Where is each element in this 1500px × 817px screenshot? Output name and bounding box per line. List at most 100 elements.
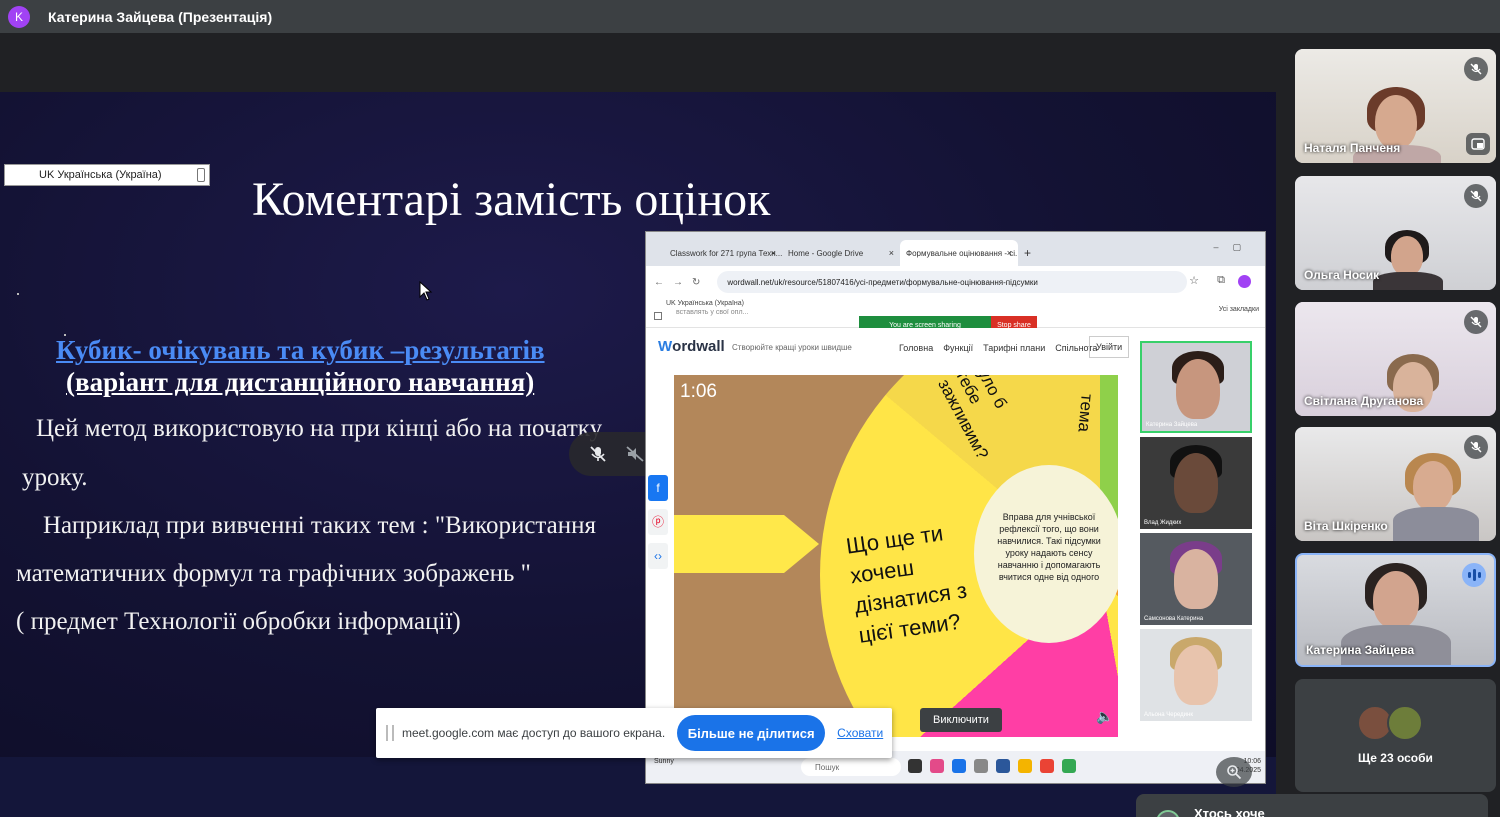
browser-tab[interactable]: Home - Google Drive × [782, 240, 900, 266]
inner-participant-tile: Влад Жидких [1140, 437, 1252, 529]
browser-tab-active[interactable]: Формувальне оцінювання - сі... × [900, 240, 1018, 266]
language-indicator-label: UK Українська (Україна) [39, 169, 162, 181]
join-request-text: Хтось хоче [1194, 806, 1265, 817]
inner-participant-tile: Самсонова Катерина [1140, 533, 1252, 625]
participant-body [1373, 272, 1443, 290]
bookmark-item[interactable]: вставлять у свої опл... [676, 309, 748, 316]
language-indicator: UK Українська (Україна) [4, 164, 210, 186]
join-request-toast[interactable]: Хтось хоче [1136, 794, 1488, 817]
taskbar-app-icon[interactable] [996, 759, 1010, 773]
close-icon[interactable]: × [889, 248, 894, 258]
pip-icon[interactable] [1466, 133, 1490, 155]
pin-off-icon[interactable] [622, 441, 648, 467]
taskbar-app-icon[interactable] [908, 759, 922, 773]
wordwall-tagline: Створюйте кращі уроки швидше [732, 343, 852, 352]
timer: 1:06 [680, 381, 717, 402]
wheel-segment-text: тема [1074, 393, 1097, 433]
taskbar-app-icon[interactable] [1018, 759, 1032, 773]
extensions-icon[interactable]: ⧉ [1217, 274, 1225, 287]
browser-addressbar: ←→↻ wordwall.net/uk/resource/51807416/ус… [646, 266, 1265, 298]
profile-icon[interactable] [1238, 275, 1251, 288]
browser-tabbar: Classwork for 271 група Техн... × Home - … [646, 232, 1265, 266]
wordwall-logo[interactable]: Wordwall [658, 338, 725, 355]
taskbar-search[interactable]: Пошук [801, 758, 901, 776]
participant-name: Ольга Носик [1304, 268, 1380, 282]
participant-tile[interactable]: Віта Шкіренко [1295, 427, 1496, 541]
participant-name: Світлана Друганова [1304, 394, 1424, 408]
slide-link[interactable]: Кубик- очікувань та кубик –результатів [56, 335, 545, 366]
slide-body-line: Наприклад при вивченні таких тем : "Вико… [43, 512, 597, 539]
inner-participants: Катерина Зайцева Влад Жидких Самсонова К… [1140, 341, 1252, 725]
inner-participant-name: Влад Жидких [1144, 520, 1182, 526]
muted-mic-icon [1464, 57, 1488, 81]
muted-mic-icon [1464, 435, 1488, 459]
participant-name: Катерина Зайцева [1306, 643, 1415, 657]
taskbar-app-icon[interactable] [974, 759, 988, 773]
slide-body-line: математичних формул та графічних зображе… [16, 560, 531, 587]
inner-participant-tile: Альона Черединк [1140, 629, 1252, 721]
taskbar-app-icon[interactable] [1062, 759, 1076, 773]
wheel-question: Що ще ти хочеш дізнатися з цієї теми? [844, 520, 969, 648]
more-participants-label: Ще 23 особи [1358, 751, 1433, 765]
mute-for-all-icon[interactable] [585, 441, 611, 467]
participant-avatar [1387, 705, 1423, 741]
language-indicator-icon [197, 168, 205, 182]
close-icon[interactable]: × [771, 248, 776, 258]
more-participants-tile[interactable]: Ще 23 особи [1295, 679, 1496, 792]
participant-tile[interactable]: Наталя Панченя [1295, 49, 1496, 163]
pinterest-icon[interactable]: ⓟ [648, 509, 668, 535]
ww-link[interactable]: Головна [899, 343, 933, 353]
muted-mic-icon [1464, 310, 1488, 334]
share-side-icons: f ⓟ ‹› [648, 475, 668, 577]
ww-link[interactable]: Тарифні плани [983, 343, 1045, 353]
presentation-header: K Катерина Зайцева (Презентація) [0, 0, 1500, 33]
login-button[interactable]: Увійти [1089, 336, 1130, 358]
embed-icon[interactable]: ‹› [648, 543, 668, 569]
new-tab-icon[interactable]: + [1024, 246, 1031, 260]
bookmark-star-icon[interactable]: ☆ [1189, 274, 1199, 287]
slide-subtitle: (варіант для дистанційного навчання) [66, 367, 535, 397]
nav-arrows-icon[interactable]: ←→↻ [654, 277, 709, 288]
slide-dot [17, 293, 19, 295]
muted-mic-icon [1464, 184, 1488, 208]
inner-participant-name: Самсонова Катерина [1144, 616, 1204, 622]
speaking-indicator-icon [1462, 563, 1486, 587]
shared-screen: Classwork for 271 група Техн... × Home - … [645, 231, 1266, 784]
sound-icon[interactable]: 🔈 [1096, 708, 1113, 725]
participant-face [1413, 461, 1453, 511]
participant-face [1391, 236, 1423, 276]
taskbar-weather[interactable]: Sunny [654, 757, 674, 766]
presentation-title: Катерина Зайцева (Презентація) [48, 8, 273, 25]
window-controls[interactable]: –▢ [1213, 242, 1255, 253]
apps-grid-icon[interactable] [654, 312, 662, 320]
browser-tab[interactable]: Classwork for 271 група Техн... × [664, 240, 782, 266]
drag-handle-icon[interactable] [386, 725, 394, 741]
participant-tile[interactable]: Світлана Друганова [1295, 302, 1496, 416]
wordwall-links: Головна Функції Тарифні плани Спільнота [899, 343, 1097, 353]
participant-name: Віта Шкіренко [1304, 519, 1388, 533]
slide-body-line: уроку. [22, 464, 88, 491]
stop-sharing-button[interactable]: Більше не ділитися [677, 715, 826, 751]
enable-button[interactable]: Виключити [920, 708, 1002, 732]
zoom-icon[interactable] [1216, 757, 1252, 787]
facebook-icon[interactable]: f [648, 475, 668, 501]
taskbar-app-icon[interactable] [952, 759, 966, 773]
hide-notice-link[interactable]: Сховати [837, 726, 883, 740]
wheel-pointer-icon [674, 515, 819, 573]
close-icon[interactable]: × [1007, 248, 1012, 258]
participant-tile-speaking[interactable]: Катерина Зайцева [1295, 553, 1496, 667]
wheel-center-text: Вправа для учнівської рефлексії того, що… [974, 465, 1118, 643]
participant-tile[interactable]: Ольга Носик [1295, 176, 1496, 290]
taskbar-app-icon[interactable] [1040, 759, 1054, 773]
inner-participant-tile: Катерина Зайцева [1140, 341, 1252, 433]
meet-window: K Катерина Зайцева (Презентація) UK Укра… [0, 0, 1500, 817]
all-bookmarks[interactable]: Усі закладки [1219, 306, 1259, 313]
slide-body-line: Цей метод використовую на при кінці або … [36, 415, 603, 442]
bookmark-lang: UK Українська (Україна) [666, 300, 745, 307]
spinner-activity: 1:06 Що ще ти хочеш дізнатися з цієї тем… [674, 375, 1118, 737]
participant-face [1176, 359, 1220, 419]
url-field[interactable]: wordwall.net/uk/resource/51807416/усі-пр… [717, 271, 1188, 293]
ww-link[interactable]: Функції [943, 343, 973, 353]
taskbar-apps [908, 759, 1076, 773]
taskbar-app-icon[interactable] [930, 759, 944, 773]
